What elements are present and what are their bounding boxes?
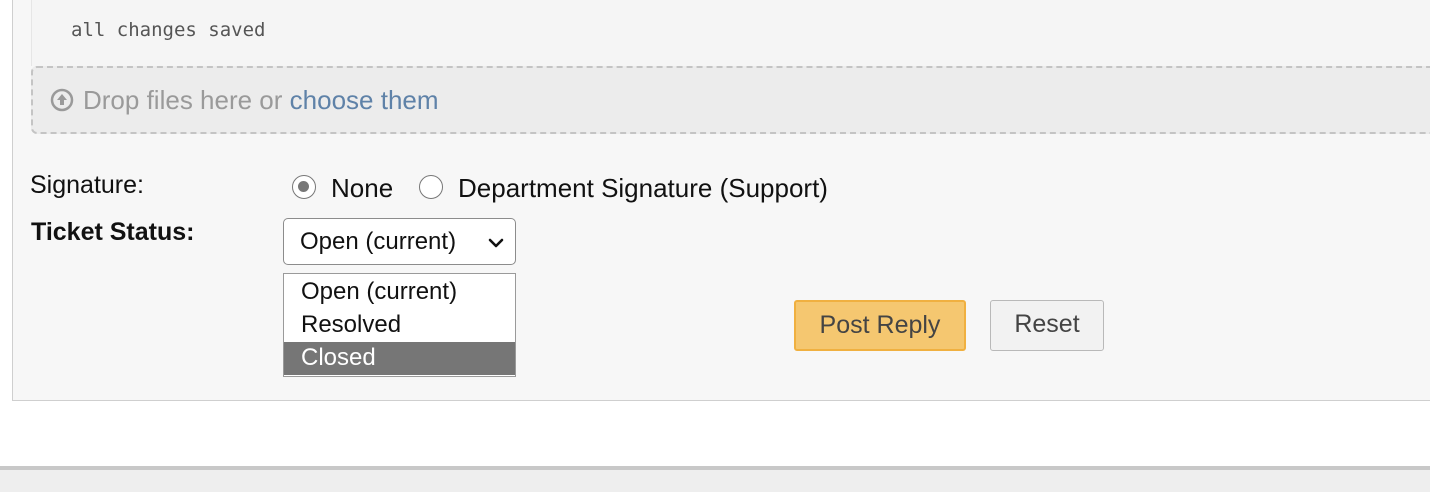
signature-department-radio[interactable] xyxy=(419,175,443,199)
dropzone-prompt: Drop files here or xyxy=(83,85,290,115)
status-option-open[interactable]: Open (current) xyxy=(284,276,515,309)
signature-department-label[interactable]: Department Signature (Support) xyxy=(458,173,828,204)
dropzone-text: Drop files here or choose them xyxy=(83,85,439,116)
save-status-text: all changes saved xyxy=(71,19,266,41)
post-reply-button[interactable]: Post Reply xyxy=(794,300,966,351)
status-option-resolved[interactable]: Resolved xyxy=(284,309,515,342)
upload-circle-icon xyxy=(50,88,74,112)
file-dropzone[interactable]: Drop files here or choose them xyxy=(31,66,1430,134)
chevron-down-icon xyxy=(488,238,504,248)
signature-none-label[interactable]: None xyxy=(331,173,393,204)
signature-label: Signature: xyxy=(30,171,144,199)
ticket-status-selected-value: Open (current) xyxy=(300,228,457,255)
ticket-status-select[interactable]: Open (current) xyxy=(283,218,516,265)
choose-files-link[interactable]: choose them xyxy=(290,85,439,115)
ticket-status-label: Ticket Status: xyxy=(31,218,195,246)
reset-button[interactable]: Reset xyxy=(990,300,1104,351)
page-footer xyxy=(0,466,1430,492)
ticket-status-options-list: Open (current) Resolved Closed xyxy=(283,273,516,377)
status-option-closed[interactable]: Closed xyxy=(284,342,515,375)
signature-none-radio[interactable] xyxy=(292,175,316,199)
